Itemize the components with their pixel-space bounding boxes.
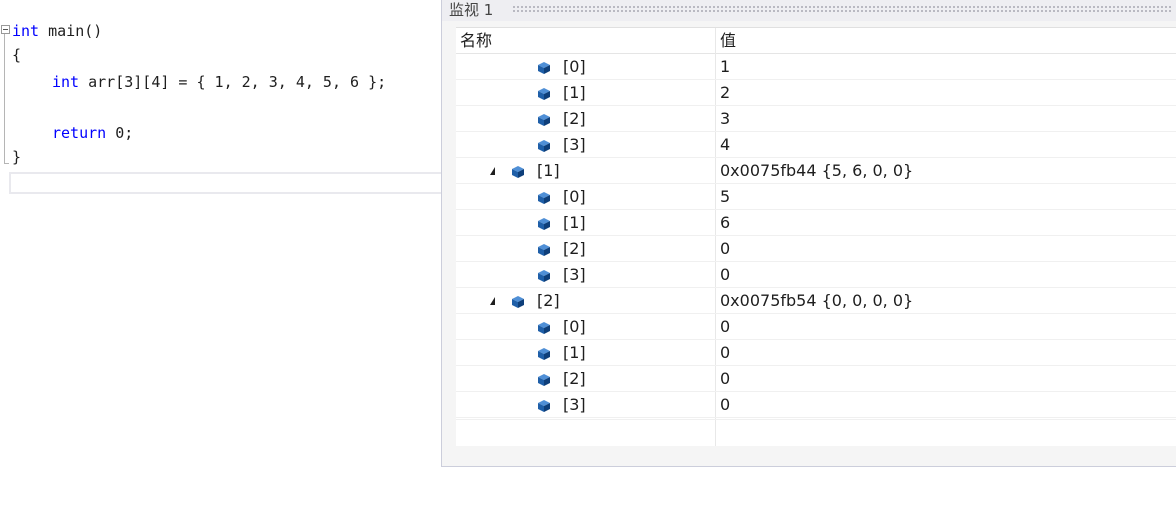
watch-row[interactable]: [0] 1 bbox=[456, 54, 1176, 80]
expander-arrow-icon[interactable] bbox=[490, 167, 495, 175]
watch-grid: 名称 值 [0] 1 [1] 2 [2] 3 [3] 4 [1] 0x0075fb44 {5, 6… bbox=[456, 27, 1176, 446]
watch-item-value[interactable]: 0 bbox=[720, 262, 730, 288]
watch-item-name: [0] bbox=[563, 317, 586, 336]
code-line-1: int main() bbox=[12, 19, 102, 43]
code-text: 0; bbox=[106, 124, 134, 142]
watch-item-value[interactable]: 1 bbox=[720, 54, 730, 80]
code-line-3: int arr[3][4] = { 1, 2, 3, 4, 5, 6 }; bbox=[52, 70, 386, 94]
grid-header: 名称 值 bbox=[456, 28, 1176, 54]
watch-row[interactable]: [1] 0 bbox=[456, 340, 1176, 366]
watch-row[interactable]: [2] 0 bbox=[456, 366, 1176, 392]
watch-item-name: [0] bbox=[563, 187, 586, 206]
variable-cube-icon bbox=[537, 60, 551, 74]
watch-item-value[interactable]: 4 bbox=[720, 132, 730, 158]
watch-item-name: [1] bbox=[563, 213, 586, 232]
watch-row[interactable]: [1] 2 bbox=[456, 80, 1176, 106]
variable-cube-icon bbox=[537, 346, 551, 360]
watch-item-name: [3] bbox=[563, 135, 586, 154]
watch-item-value[interactable]: 5 bbox=[720, 184, 730, 210]
watch-item-value[interactable]: 0 bbox=[720, 392, 730, 418]
code-line-2: { bbox=[12, 43, 21, 67]
watch-item-value[interactable]: 0x0075fb54 {0, 0, 0, 0} bbox=[720, 288, 913, 314]
variable-cube-icon bbox=[537, 372, 551, 386]
variable-cube-icon bbox=[537, 190, 551, 204]
watch-title: 监视 1 bbox=[449, 1, 494, 19]
watch-row[interactable]: [3] 0 bbox=[456, 262, 1176, 288]
variable-cube-icon bbox=[537, 268, 551, 282]
current-line-highlight bbox=[9, 172, 441, 194]
watch-row[interactable]: [2] 3 bbox=[456, 106, 1176, 132]
watch-item-name: [3] bbox=[563, 265, 586, 284]
code-text: arr[3][4] = { 1, 2, 3, 4, 5, 6 }; bbox=[79, 73, 387, 91]
watch-item-name: [2] bbox=[563, 369, 586, 388]
expander-arrow-icon[interactable] bbox=[490, 297, 495, 305]
watch-item-value[interactable]: 3 bbox=[720, 106, 730, 132]
watch-row[interactable]: [2] 0 bbox=[456, 236, 1176, 262]
code-keyword: int bbox=[52, 73, 80, 91]
code-keyword: int bbox=[12, 22, 40, 40]
watch-row[interactable]: [3] 4 bbox=[456, 132, 1176, 158]
variable-cube-icon bbox=[511, 164, 525, 178]
code-line-6: } bbox=[12, 145, 21, 169]
code-text: main() bbox=[39, 22, 103, 40]
empty-add-row[interactable] bbox=[456, 419, 1176, 447]
watch-item-value[interactable]: 0x0075fb44 {5, 6, 0, 0} bbox=[720, 158, 913, 184]
watch-item-name: [3] bbox=[563, 395, 586, 414]
watch-item-name: [1] bbox=[563, 83, 586, 102]
code-line-5: return 0; bbox=[52, 121, 133, 145]
column-header-name[interactable]: 名称 bbox=[460, 28, 492, 53]
code-keyword: return bbox=[52, 124, 107, 142]
drag-grip[interactable] bbox=[512, 5, 1173, 12]
variable-cube-icon bbox=[537, 216, 551, 230]
variable-cube-icon bbox=[537, 112, 551, 126]
watch-row[interactable]: [2] 0x0075fb54 {0, 0, 0, 0} bbox=[456, 288, 1176, 314]
watch-item-value[interactable]: 0 bbox=[720, 236, 730, 262]
watch-item-value[interactable]: 6 bbox=[720, 210, 730, 236]
watch-item-value[interactable]: 2 bbox=[720, 80, 730, 106]
watch-title-bar[interactable]: 监视 1 bbox=[442, 0, 1176, 21]
column-header-value[interactable]: 值 bbox=[720, 28, 736, 53]
variable-cube-icon bbox=[537, 320, 551, 334]
outline-guide-end bbox=[4, 163, 9, 164]
watch-row[interactable]: [0] 5 bbox=[456, 184, 1176, 210]
watch-item-name: [0] bbox=[563, 57, 586, 76]
code-text: } bbox=[12, 148, 22, 166]
variable-cube-icon bbox=[537, 86, 551, 100]
watch-item-value[interactable]: 0 bbox=[720, 314, 730, 340]
watch-item-name: [1] bbox=[563, 343, 586, 362]
variable-cube-icon bbox=[537, 138, 551, 152]
watch-window: 监视 1 名称 值 [0] 1 [1] 2 [2] 3 [3] 4 [1] 0x0075fb44 … bbox=[441, 0, 1176, 467]
collapse-toggle-icon[interactable] bbox=[1, 25, 10, 34]
watch-item-name: [2] bbox=[563, 109, 586, 128]
variable-cube-icon bbox=[537, 242, 551, 256]
watch-item-name: [2] bbox=[537, 291, 560, 310]
code-editor[interactable]: int main() { int arr[3][4] = { 1, 2, 3, … bbox=[0, 0, 441, 524]
watch-row[interactable]: [3] 0 bbox=[456, 392, 1176, 418]
variable-cube-icon bbox=[537, 398, 551, 412]
watch-row[interactable]: [1] 0x0075fb44 {5, 6, 0, 0} bbox=[456, 158, 1176, 184]
watch-row[interactable]: [1] 6 bbox=[456, 210, 1176, 236]
watch-item-name: [2] bbox=[563, 239, 586, 258]
outline-guide bbox=[4, 34, 5, 164]
watch-row[interactable]: [0] 0 bbox=[456, 314, 1176, 340]
variable-cube-icon bbox=[511, 294, 525, 308]
watch-item-value[interactable]: 0 bbox=[720, 366, 730, 392]
watch-item-name: [1] bbox=[537, 161, 560, 180]
watch-item-value[interactable]: 0 bbox=[720, 340, 730, 366]
code-text: { bbox=[12, 46, 22, 64]
